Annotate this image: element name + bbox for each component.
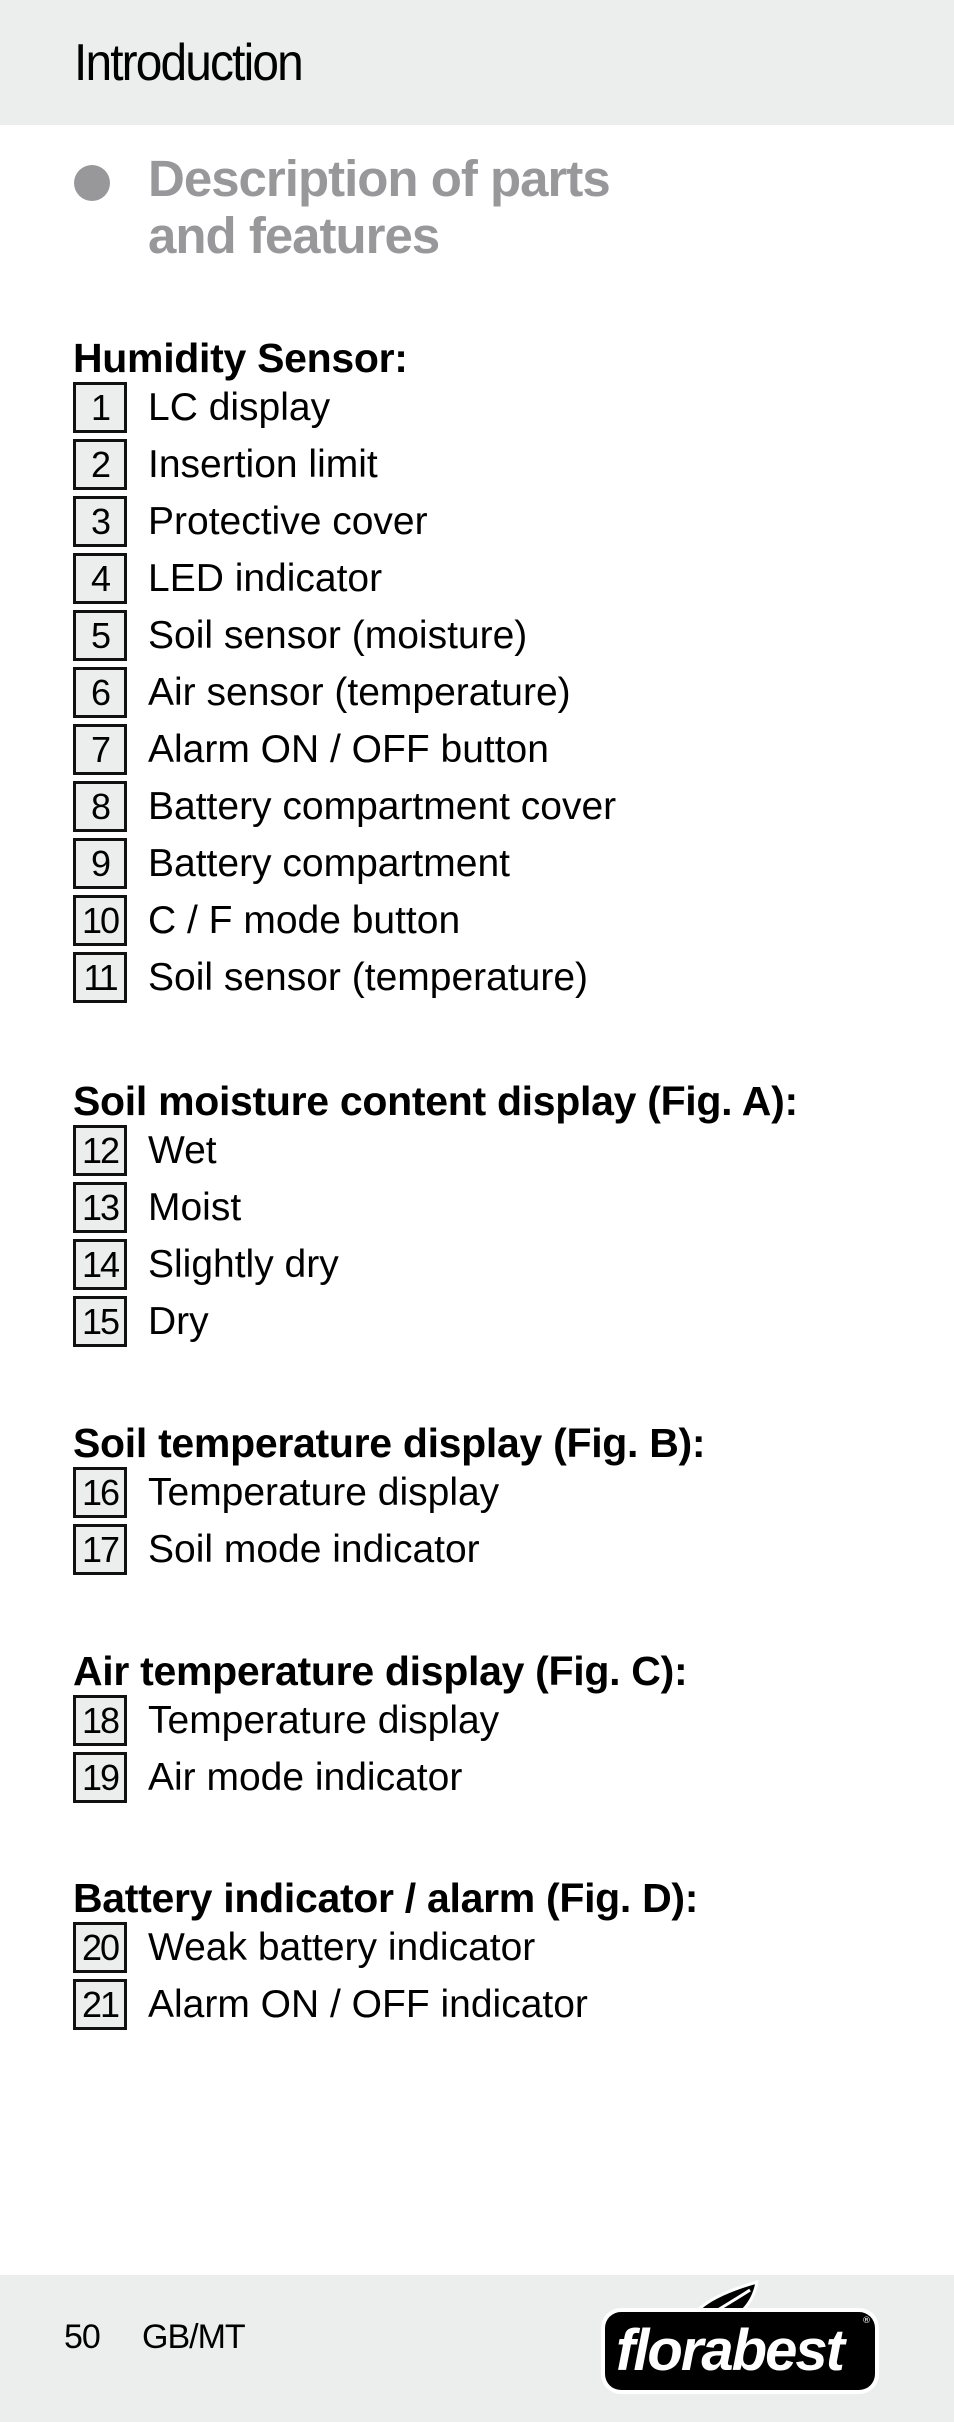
group-title: Soil moisture content display (Fig. A): (73, 1078, 798, 1124)
item-label: Air mode indicator (148, 1756, 463, 1799)
item-label: Dry (148, 1300, 209, 1343)
item-number-box: 14 (73, 1239, 127, 1290)
item-label: Temperature display (148, 1471, 500, 1514)
item-label: Soil sensor (temperature) (148, 956, 589, 999)
list-item: 7 Alarm ON / OFF button (73, 724, 616, 781)
item-label: Air sensor (temperature) (148, 671, 571, 714)
list-item: 12 Wet (73, 1125, 798, 1182)
group-title: Air temperature display (Fig. C): (73, 1648, 688, 1694)
item-label: Alarm ON / OFF indicator (148, 1983, 588, 2026)
list-item: 10 C / F mode button (73, 895, 616, 952)
list-item: 21 Alarm ON / OFF indicator (73, 1979, 698, 2036)
item-number-box: 19 (73, 1752, 127, 1803)
item-label: Protective cover (148, 500, 428, 543)
list-item: 17 Soil mode indicator (73, 1524, 705, 1581)
item-label: Soil mode indicator (148, 1528, 480, 1571)
item-number-box: 7 (73, 724, 127, 775)
list-item: 19 Air mode indicator (73, 1752, 687, 1809)
parts-group: Battery indicator / alarm (Fig. D): 20 Wea… (73, 1876, 698, 2036)
parts-group: Soil temperature display (Fig. B): 16 Temp… (73, 1420, 706, 1581)
page-number: 50 (64, 2318, 101, 2356)
item-label: Moist (148, 1186, 242, 1229)
item-label: Wet (148, 1129, 217, 1172)
item-label: LED indicator (148, 557, 383, 600)
list-item: 15 Dry (73, 1296, 798, 1353)
item-number-box: 15 (73, 1296, 127, 1347)
list-item: 1 LC display (73, 382, 616, 439)
item-number-box: 11 (73, 952, 127, 1003)
item-number-box: 16 (73, 1467, 127, 1518)
list-item: 3 Protective cover (73, 496, 616, 553)
item-number-box: 10 (73, 895, 127, 946)
group-title: Humidity Sensor: (73, 335, 408, 381)
chapter-header-band: Introduction (0, 0, 954, 125)
item-number-box: 1 (73, 382, 127, 433)
item-label: Insertion limit (148, 443, 378, 486)
list-item: 20 Weak battery indicator (73, 1922, 698, 1979)
parts-group: Soil moisture content display (Fig. A): 1… (73, 1079, 798, 1353)
item-number-box: 8 (73, 781, 127, 832)
group-title: Soil temperature display (Fig. B): (73, 1420, 706, 1466)
list-item: 11 Soil sensor (temperature) (73, 952, 616, 1009)
item-number-box: 17 (73, 1524, 127, 1575)
item-label: Soil sensor (moisture) (148, 614, 528, 657)
list-item: 6 Air sensor (temperature) (73, 667, 616, 724)
item-label: Temperature display (148, 1699, 500, 1742)
item-label: Weak battery indicator (148, 1926, 536, 1969)
item-label: Battery compartment cover (148, 785, 617, 828)
item-number-box: 2 (73, 439, 127, 490)
item-number-box: 18 (73, 1695, 127, 1746)
language-code: GB/MT (142, 2318, 246, 2356)
item-label: Battery compartment (148, 842, 510, 885)
list-item: 5 Soil sensor (moisture) (73, 610, 616, 667)
list-item: 4 LED indicator (73, 553, 616, 610)
chapter-title: Introduction (74, 34, 304, 92)
list-item: 16 Temperature display (73, 1467, 705, 1524)
parts-group: Humidity Sensor: 1 LC display 2 Insertion li… (73, 336, 616, 1009)
list-item: 2 Insertion limit (73, 439, 616, 496)
list-item: 14 Slightly dry (73, 1239, 798, 1296)
list-item: 9 Battery compartment (73, 838, 616, 895)
section-heading-line-1: Description of parts (148, 150, 611, 207)
item-label: C / F mode button (148, 899, 461, 942)
item-number-box: 13 (73, 1182, 127, 1233)
item-label: Slightly dry (148, 1243, 339, 1286)
bullet-icon (74, 165, 110, 201)
item-number-box: 6 (73, 667, 127, 718)
item-label: LC display (148, 386, 331, 429)
item-number-box: 3 (73, 496, 127, 547)
item-number-box: 5 (73, 610, 127, 661)
section-heading: Description of parts and features (148, 150, 611, 264)
item-number-box: 21 (73, 1979, 127, 2030)
parts-group: Air temperature display (Fig. C): 18 Tempe… (73, 1648, 688, 1809)
item-number-box: 20 (73, 1922, 127, 1973)
florabest-logo: florabest ® (602, 2280, 880, 2395)
list-item: 8 Battery compartment cover (73, 781, 616, 838)
list-item: 13 Moist (73, 1182, 798, 1239)
item-number-box: 12 (73, 1125, 127, 1176)
brand-name: florabest (616, 2318, 845, 2383)
item-label: Alarm ON / OFF button (148, 728, 549, 771)
item-number-box: 9 (73, 838, 127, 889)
list-item: 18 Temperature display (73, 1695, 687, 1752)
group-title: Battery indicator / alarm (Fig. D): (73, 1875, 699, 1921)
section-heading-line-2: and features (148, 207, 440, 264)
registered-mark: ® (862, 2316, 871, 2326)
item-number-box: 4 (73, 553, 127, 604)
